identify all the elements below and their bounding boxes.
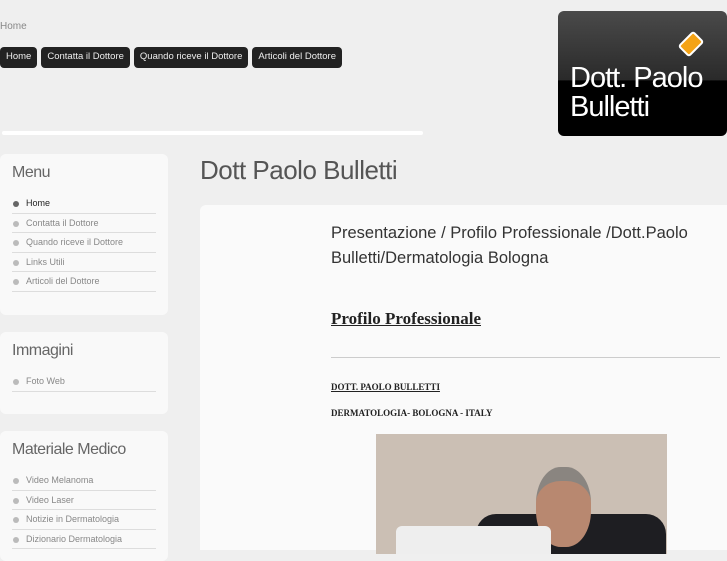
sidebar-item-links[interactable]: Links Utili <box>12 253 156 273</box>
nav-articoli[interactable]: Articoli del Dottore <box>252 47 342 68</box>
sidebar-title: Menu <box>12 164 51 181</box>
divider <box>2 131 423 135</box>
sidebar-item-dizionario[interactable]: Dizionario Dermatologia <box>12 530 156 550</box>
sidebar-item-foto-web[interactable]: Foto Web <box>12 372 156 392</box>
nav-quando-riceve[interactable]: Quando riceve il Dottore <box>133 47 249 68</box>
sidebar-item-quando-riceve[interactable]: Quando riceve il Dottore <box>12 233 156 253</box>
tag-icon <box>677 30 705 58</box>
sidebar-title: Materiale Medico <box>12 441 126 458</box>
site-logo[interactable]: Dott. Paolo Bulletti <box>558 11 727 136</box>
doctor-photo <box>376 434 667 554</box>
doctor-specialty: DERMATOLOGIA- BOLOGNA - ITALY <box>331 408 493 418</box>
divider <box>331 357 720 358</box>
page-title: Dott Paolo Bulletti <box>200 155 398 185</box>
sidebar-item-home[interactable]: Home <box>12 194 156 214</box>
logo-line2: Bulletti <box>570 91 650 123</box>
content-panel: Presentazione / Profilo Professionale /D… <box>200 205 727 554</box>
sidebar-item-articoli[interactable]: Articoli del Dottore <box>12 272 156 292</box>
nav-contatta[interactable]: Contatta il Dottore <box>41 47 130 68</box>
sidebar-item-video-melanoma[interactable]: Video Melanoma <box>12 471 156 491</box>
top-nav: Home Contatta il Dottore Quando riceve i… <box>0 47 342 68</box>
sidebar-item-video-laser[interactable]: Video Laser <box>12 491 156 511</box>
sidebar-materiale: Materiale Medico Video Melanoma Video La… <box>0 431 168 561</box>
sidebar-immagini: Immagini Foto Web <box>0 332 168 414</box>
sidebar-menu: Menu Home Contatta il Dottore Quando ric… <box>0 154 168 315</box>
logo-line1: Dott. Paolo <box>570 62 703 94</box>
sidebar-item-contatta[interactable]: Contatta il Dottore <box>12 214 156 234</box>
nav-home[interactable]: Home <box>0 47 38 68</box>
article-subheading: Profilo Professionale <box>331 309 481 328</box>
sidebar-item-notizie[interactable]: Notizie in Dermatologia <box>12 510 156 530</box>
sidebar-title: Immagini <box>12 342 73 359</box>
breadcrumb[interactable]: Home <box>0 21 27 32</box>
article-heading: Presentazione / Profilo Professionale /D… <box>331 224 688 267</box>
doctor-name: DOTT. PAOLO BULLETTI <box>331 382 440 392</box>
